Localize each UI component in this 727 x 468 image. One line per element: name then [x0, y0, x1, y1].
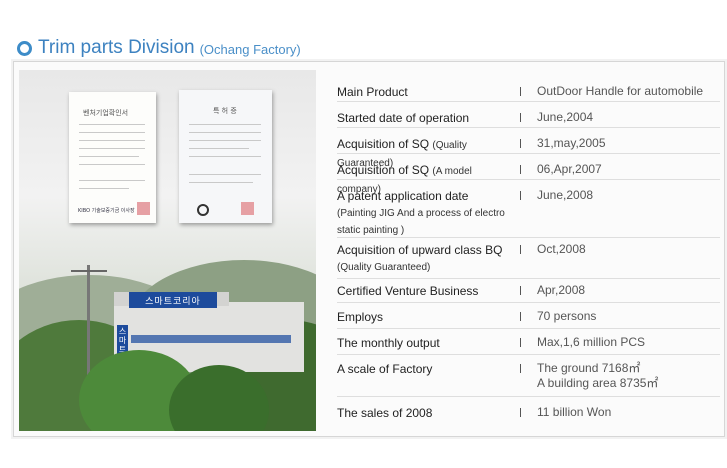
table-row: Main Product OutDoor Handle for automobi…	[337, 84, 720, 102]
table-row: Employs 70 persons	[337, 309, 720, 329]
row-label: Acquisition of SQ	[337, 137, 430, 151]
row-label: A patent application date	[337, 189, 469, 203]
row-value: The ground 7168㎡	[537, 361, 641, 375]
table-row: The monthly output Max,1,6 million PCS	[337, 335, 720, 355]
row-value: Max,1,6 million PCS	[537, 335, 646, 349]
row-label: Certified Venture Business	[337, 284, 479, 298]
table-row: A scale of Factory The ground 7168㎡ A bu…	[337, 361, 720, 397]
row-note: (Quality Guaranteed)	[337, 262, 431, 273]
row-label: The monthly output	[337, 336, 440, 350]
row-note: (Painting JIG And a process of electro s…	[337, 208, 505, 236]
table-row: A patent application date (Painting JIG A…	[337, 188, 720, 238]
factory-sign: 스마트코리아	[129, 292, 217, 308]
table-row: Started date of operation June,2004	[337, 110, 720, 128]
company-info-table: Main Product OutDoor Handle for automobi…	[316, 62, 724, 436]
row-value: 31,may,2005	[537, 136, 606, 150]
row-value: June,2004	[537, 110, 594, 124]
row-value: Apr,2008	[537, 283, 586, 297]
row-value: OutDoor Handle for automobile	[537, 84, 704, 98]
row-value: June,2008	[537, 188, 594, 202]
venture-certificate-image: 벤처기업확인서 KIBO 기술보증기금 이사장	[69, 92, 156, 223]
row-label: Acquisition of upward class BQ	[337, 243, 503, 257]
row-value: 11 billion Won	[537, 405, 612, 419]
table-row: Certified Venture Business Apr,2008	[337, 283, 720, 303]
title-sub: (Ochang Factory)	[199, 42, 301, 57]
row-label: The sales of 2008	[337, 406, 433, 420]
row-value: 06,Apr,2007	[537, 162, 602, 176]
row-label: Acquisition of SQ	[337, 163, 430, 177]
table-row: Acquisition of upward class BQ (Quality G…	[337, 242, 720, 279]
title-main: Trim parts Division	[38, 37, 195, 58]
factory-photo: 벤처기업확인서 KIBO 기술보증기금 이사장 특 허 증 스마트코리아	[19, 70, 316, 431]
table-row: The sales of 2008 11 billion Won	[337, 405, 720, 424]
patent-certificate-image: 특 허 증	[179, 90, 272, 223]
cert1-heading: 벤처기업확인서	[83, 109, 129, 117]
table-row: Acquisition of SQ (A model company) 06,A…	[337, 162, 720, 195]
row-value-2: A building area 8735㎡	[537, 376, 659, 390]
row-label: A scale of Factory	[337, 362, 433, 376]
table-row: Acquisition of SQ (Quality Guaranteed) 3…	[337, 136, 720, 169]
row-label: Employs	[337, 310, 384, 324]
bullet-icon	[17, 40, 32, 56]
row-value: 70 persons	[537, 309, 597, 323]
cert2-heading: 특 허 증	[213, 107, 237, 115]
cert1-footer: KIBO 기술보증기금 이사장	[78, 208, 135, 214]
row-label: Main Product	[337, 85, 408, 99]
row-label: Started date of operation	[337, 111, 470, 125]
section-title: Trim parts Division (Ochang Factory)	[17, 36, 301, 60]
row-value: Oct,2008	[537, 242, 586, 256]
info-panel: 벤처기업확인서 KIBO 기술보증기금 이사장 특 허 증 스마트코리아 Mai…	[13, 61, 725, 437]
